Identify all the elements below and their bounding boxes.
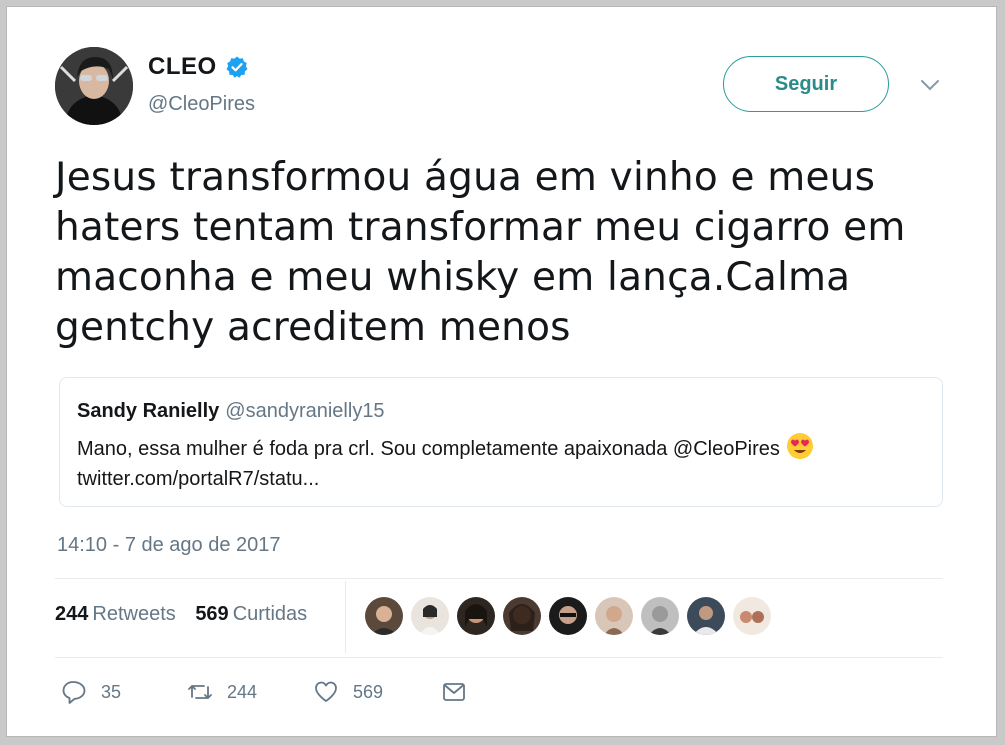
likes-count[interactable]: 569 <box>195 603 228 625</box>
liker-avatar[interactable] <box>595 597 633 635</box>
message-icon <box>443 683 465 701</box>
reply-icon <box>62 681 86 704</box>
liker-avatar[interactable] <box>365 597 403 635</box>
quoted-tweet[interactable]: Sandy Ranielly @sandyranielly15 Mano, ess… <box>59 377 943 507</box>
divider-bottom <box>55 657 943 658</box>
reply-button[interactable]: 35 <box>61 679 121 705</box>
quoted-tweet-text: Mano, essa mulher é foda pra crl. Sou co… <box>77 438 780 460</box>
liker-avatar[interactable] <box>641 597 679 635</box>
quoted-tweet-body: Mano, essa mulher é foda pra crl. Sou co… <box>77 432 927 494</box>
likers-avatars <box>365 597 779 635</box>
liker-avatar[interactable] <box>687 597 725 635</box>
tweet-stats: 244 Retweets 569 Curtidas <box>55 603 321 626</box>
like-button[interactable]: 569 <box>313 679 383 705</box>
liker-avatar[interactable] <box>457 597 495 635</box>
likes-label[interactable]: Curtidas <box>233 603 307 625</box>
tweet-text: Jesus transformou água em vinho e meus h… <box>55 155 906 350</box>
stats-separator <box>345 581 346 653</box>
divider-top <box>55 578 943 579</box>
retweet-icon <box>188 685 212 699</box>
tweet-card: CLEO @CleoPires Seguir Jesus transformou… <box>6 6 997 737</box>
author-name[interactable]: CLEO <box>148 53 217 81</box>
quoted-tweet-header: Sandy Ranielly @sandyranielly15 <box>77 400 385 423</box>
liker-avatar[interactable] <box>733 597 771 635</box>
retweets-count[interactable]: 244 <box>55 603 88 625</box>
verified-badge-icon <box>226 56 248 78</box>
heart-icon <box>315 681 337 702</box>
retweets-label[interactable]: Retweets <box>92 603 175 625</box>
heart-eyes-emoji-icon <box>786 433 813 459</box>
chevron-down-icon[interactable] <box>919 77 941 93</box>
author-handle[interactable]: @CleoPires <box>148 93 255 116</box>
retweet-button[interactable]: 244 <box>187 679 257 705</box>
quoted-author-handle: @sandyranielly15 <box>225 400 385 422</box>
like-count: 569 <box>353 681 384 702</box>
author-name-row: CLEO <box>148 53 249 81</box>
quoted-tweet-link[interactable]: twitter.com/portalR7/statu... <box>77 468 319 490</box>
follow-button[interactable]: Seguir <box>723 56 889 112</box>
liker-avatar[interactable] <box>411 597 449 635</box>
quoted-author-name: Sandy Ranielly <box>77 400 220 422</box>
liker-avatar[interactable] <box>503 597 541 635</box>
retweet-count: 244 <box>227 681 258 702</box>
reply-count: 35 <box>101 681 122 702</box>
tweet-timestamp[interactable]: 14:10 - 7 de ago de 2017 <box>57 534 281 557</box>
author-avatar[interactable] <box>55 47 133 125</box>
direct-message-button[interactable] <box>441 679 481 705</box>
liker-avatar[interactable] <box>549 597 587 635</box>
